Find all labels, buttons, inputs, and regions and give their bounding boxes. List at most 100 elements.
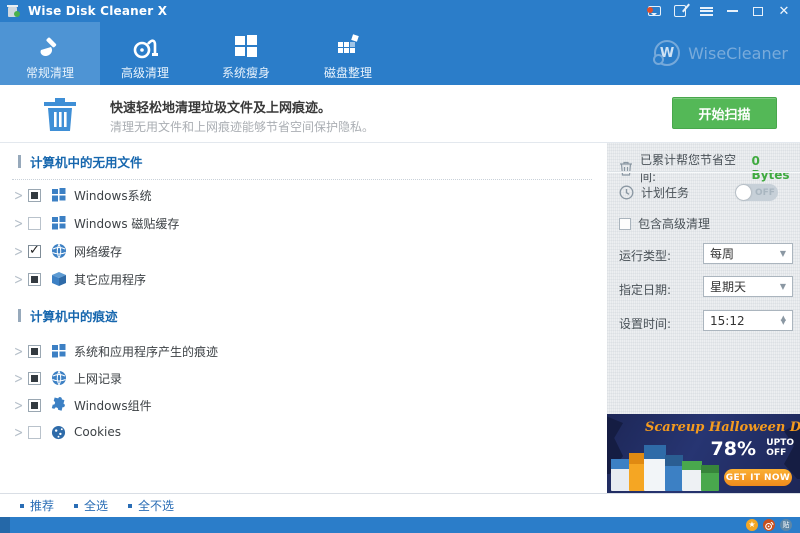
- puzzle-icon: [50, 397, 67, 414]
- chevron-right-icon[interactable]: >: [14, 398, 24, 412]
- chevron-right-icon[interactable]: >: [14, 272, 24, 286]
- checkbox[interactable]: [28, 216, 41, 230]
- time-label: 设置时间:: [619, 317, 672, 331]
- checkbox[interactable]: [28, 425, 41, 439]
- vacuum-icon: [130, 31, 160, 61]
- select-all-link[interactable]: 全选: [74, 497, 108, 514]
- checkbox[interactable]: [28, 344, 41, 358]
- checkbox[interactable]: [28, 371, 41, 385]
- notification-dot: [646, 7, 653, 13]
- chevron-right-icon[interactable]: >: [14, 188, 24, 202]
- chevron-right-icon[interactable]: >: [14, 244, 24, 258]
- qzone-share-icon[interactable]: ★: [746, 519, 758, 531]
- list-item-other-apps[interactable]: > 其它应用程序: [0, 265, 600, 293]
- chevron-right-icon[interactable]: >: [14, 371, 24, 385]
- ad-headline: Scareup Halloween Deals: [645, 420, 800, 435]
- list-item-cookies[interactable]: > Cookies: [0, 418, 600, 446]
- chevron-right-icon[interactable]: >: [14, 344, 24, 358]
- date-select[interactable]: 星期天 ▼: [703, 276, 793, 297]
- close-button[interactable]: ✕: [776, 3, 792, 19]
- scheduled-task-toggle[interactable]: OFF: [735, 184, 778, 201]
- recommend-link[interactable]: 推荐: [20, 497, 54, 514]
- list-item-web-cache[interactable]: > 网络缓存: [0, 237, 600, 265]
- select-none-link[interactable]: 全不选: [128, 497, 174, 514]
- brush-icon: [35, 31, 65, 61]
- side-panel: 已累计帮您节省空间: 0 Bytes 计划任务 OFF 包含高级清理 运行类型:: [607, 143, 800, 493]
- list-item-system-traces[interactable]: > 系统和应用程序产生的痕迹: [0, 337, 600, 365]
- section-header-traces: 计算机中的痕迹: [18, 306, 118, 324]
- list-item-windows-system[interactable]: > Windows系统: [0, 181, 600, 209]
- get-it-now-button[interactable]: GET IT NOW: [724, 469, 792, 486]
- checkbox[interactable]: [619, 217, 631, 230]
- defrag-icon: [334, 31, 362, 61]
- section-title: 计算机中的痕迹: [30, 308, 118, 324]
- box-icon: [50, 271, 67, 288]
- date-value: 星期天: [710, 280, 747, 294]
- status-bar: ★ 贴: [0, 517, 800, 533]
- date-label: 指定日期:: [619, 283, 672, 297]
- tab-system-slim[interactable]: 系统瘦身: [196, 22, 296, 85]
- windows-icon: [50, 187, 67, 204]
- tab-advanced-clean[interactable]: 高级清理: [95, 22, 195, 85]
- windows-icon: [50, 215, 67, 232]
- trash-icon: [42, 95, 78, 133]
- checkbox[interactable]: [28, 243, 41, 258]
- tab-label: 高级清理: [120, 66, 169, 80]
- chevron-down-icon: ▼: [779, 249, 786, 258]
- list-item-browsing-history[interactable]: > 上网记录: [0, 364, 600, 392]
- item-label: 其它应用程序: [74, 272, 147, 287]
- menu-icon[interactable]: [698, 3, 714, 19]
- chevron-right-icon[interactable]: >: [14, 216, 24, 230]
- checkbox[interactable]: [28, 272, 41, 286]
- ad-upto-off: UPTO OFF: [766, 438, 794, 459]
- windows-icon: [50, 343, 67, 360]
- wisecleaner-logo-text: WiseCleaner: [688, 43, 788, 63]
- bullet-icon: [74, 503, 79, 508]
- banner-subtitle: 清理无用文件和上网痕迹能够节省空间保护隐私。: [110, 120, 375, 134]
- run-type-select[interactable]: 每周 ▼: [703, 243, 793, 264]
- windows-logo-icon: [232, 31, 260, 61]
- minimize-button[interactable]: [724, 3, 740, 19]
- toggle-state-label: OFF: [755, 187, 775, 198]
- globe-icon: [50, 243, 67, 260]
- tab-disk-defrag[interactable]: 磁盘整理: [298, 22, 398, 85]
- divider: [607, 172, 800, 173]
- run-type-label: 运行类型:: [619, 249, 672, 263]
- halloween-ad-banner[interactable]: Scareup Halloween Deals 78% UPTOOFF GET …: [607, 414, 800, 493]
- checkbox[interactable]: [28, 398, 41, 412]
- start-scan-button[interactable]: 开始扫描: [672, 97, 777, 129]
- checkbox[interactable]: [28, 188, 41, 202]
- time-spinner[interactable]: 15:12 ▲ ▼: [703, 310, 793, 331]
- edit-icon[interactable]: [672, 3, 688, 19]
- section-title: 计算机中的无用文件: [30, 154, 143, 170]
- tab-bar: 常规清理 高级清理 系统瘦身 磁盘整理 W WiseCleaner: [0, 22, 800, 85]
- feedback-icon[interactable]: [646, 3, 662, 19]
- tab-common-clean[interactable]: 常规清理: [0, 22, 100, 85]
- spinner-arrows-icon[interactable]: ▲ ▼: [781, 314, 786, 325]
- include-advanced-row[interactable]: 包含高级清理: [619, 215, 710, 232]
- tab-label: 系统瘦身: [221, 66, 270, 80]
- weibo-share-icon[interactable]: [763, 519, 775, 531]
- item-label: Windows系统: [74, 188, 152, 203]
- maximize-button[interactable]: [750, 3, 766, 19]
- resize-grip: [0, 517, 10, 533]
- chevron-down-icon: ▼: [779, 282, 786, 291]
- tieba-share-icon[interactable]: 贴: [780, 519, 792, 531]
- run-type-value: 每周: [710, 247, 735, 261]
- globe-icon: [50, 370, 67, 387]
- section-header-junk-files: 计算机中的无用文件: [18, 152, 143, 170]
- toggle-knob: [736, 185, 751, 200]
- chevron-right-icon[interactable]: >: [14, 425, 24, 439]
- run-type-row: 运行类型:: [619, 247, 671, 264]
- title-bar[interactable]: Wise Disk Cleaner X ✕: [0, 0, 800, 22]
- selection-links-bar: 推荐 全选 全不选: [0, 493, 800, 517]
- item-label: 系统和应用程序产生的痕迹: [74, 344, 219, 359]
- item-label: Windows 磁贴缓存: [74, 216, 180, 231]
- date-row: 指定日期:: [619, 281, 671, 298]
- cleanup-list-panel: 计算机中的无用文件 > Windows系统 > Windows 磁贴缓存 > ✓…: [0, 143, 607, 493]
- list-item-tile-cache[interactable]: > Windows 磁贴缓存: [0, 209, 600, 237]
- tab-label: 磁盘整理: [323, 66, 372, 80]
- list-item-windows-components[interactable]: > Windows组件: [0, 391, 600, 419]
- app-window: Wise Disk Cleaner X ✕ 常规清理 高级清理 系统瘦身 磁盘整…: [0, 0, 800, 533]
- app-icon: [6, 4, 20, 18]
